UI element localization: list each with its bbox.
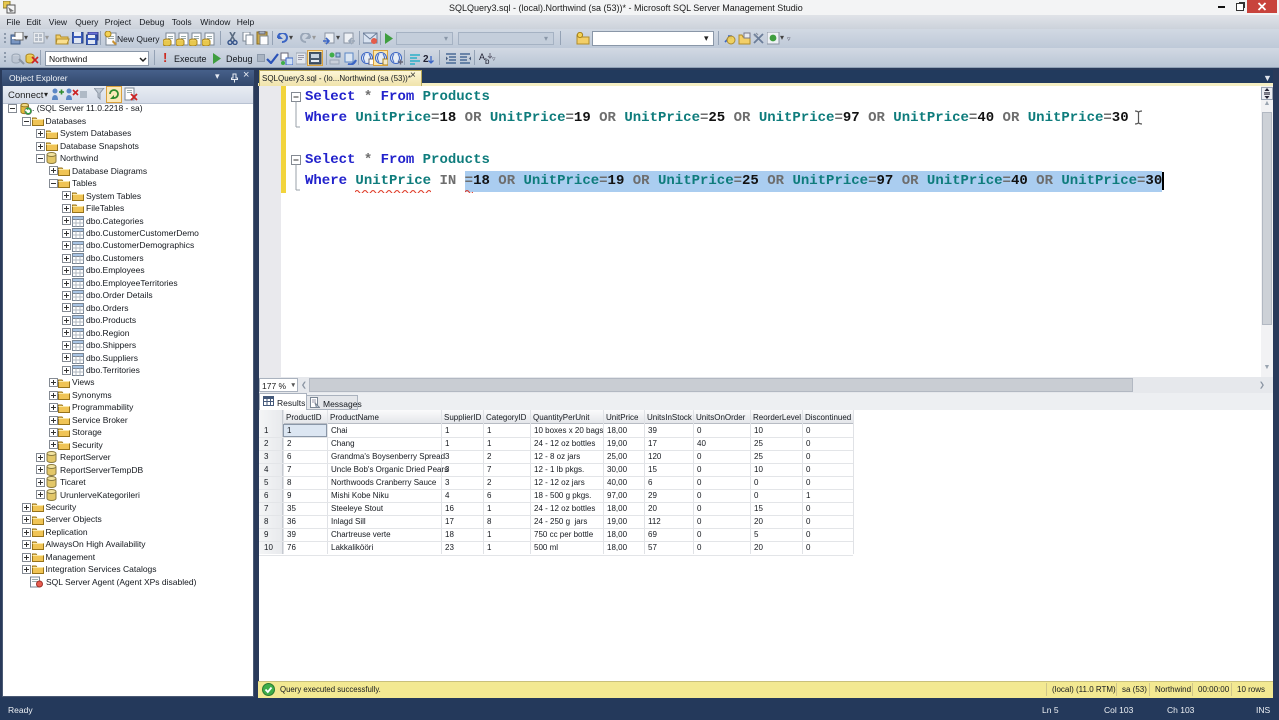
svg-text:b: b <box>485 57 490 65</box>
svg-text:2: 2 <box>423 54 429 65</box>
